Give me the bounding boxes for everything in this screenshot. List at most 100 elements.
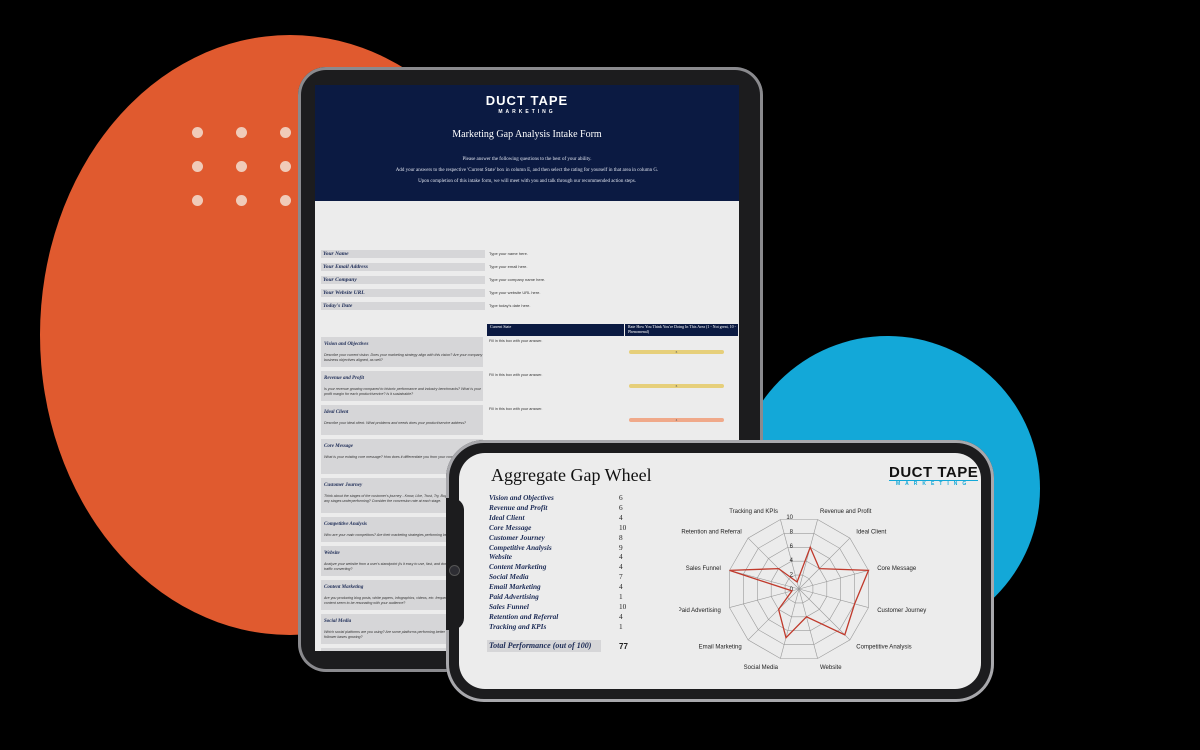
section-block: Revenue and Profit Is your revenue growin…: [321, 371, 483, 401]
gap-row-value: 4: [619, 611, 623, 621]
gap-row-value: 1: [619, 592, 623, 601]
section-title: Revenue and Profit: [324, 376, 364, 381]
gap-row-label: Revenue and Profit: [489, 502, 548, 512]
gap-row: Core Message 10: [489, 523, 629, 533]
gap-row: Content Marketing 4: [489, 562, 629, 572]
gap-wheel-radar-chart: 0246810Revenue and ProfitIdeal ClientCor…: [679, 509, 926, 671]
gap-row: Customer Journey 8: [489, 533, 629, 543]
gap-row: Tracking and KPIs 1: [489, 622, 629, 632]
radar-category-label: Social Media: [744, 665, 779, 671]
gap-row: Ideal Client 4: [489, 513, 629, 523]
section-block: Vision and Objectives Describe your curre…: [321, 337, 483, 367]
radar-category-label: Paid Advertising: [679, 608, 721, 614]
field-input[interactable]: Type today's date here.: [489, 303, 530, 308]
camera-notch: [446, 498, 464, 630]
form-intro: Please answer the following questions to…: [395, 157, 659, 184]
radar-spoke: [798, 537, 851, 590]
total-performance-label: Total Performance (out of 100): [487, 640, 601, 652]
current-state-input[interactable]: Fill in this box with your answer.: [489, 373, 542, 377]
gap-row: Vision and Objectives 6: [489, 493, 629, 503]
radar-category-label: Sales Funnel: [686, 566, 721, 572]
rating-select[interactable]: 4: [629, 418, 724, 422]
phone-device: Aggregate Gap Wheel DUCT TAPE MARKETING V…: [446, 440, 994, 702]
gap-row-label: Sales Funnel: [489, 601, 529, 611]
radar-tick-label: 6: [790, 544, 794, 550]
form-title: Marketing Gap Analysis Intake Form: [452, 129, 602, 140]
duct-tape-logo: DUCT TAPE MARKETING: [485, 93, 569, 115]
section-question: Is your revenue growing compared to hist…: [324, 387, 482, 396]
radar-series-line: [729, 545, 870, 639]
field-label: Your Website URL: [321, 289, 485, 297]
section-question: Describe your ideal client. What problem…: [324, 421, 467, 425]
current-state-input[interactable]: Fill in this box with your answer.: [489, 407, 542, 411]
radar-spoke: [798, 588, 851, 641]
rating-select[interactable]: 6: [629, 350, 724, 354]
section-question: Describe your current vision. Does your …: [324, 353, 483, 362]
gap-row-value: 10: [619, 601, 627, 611]
gap-row: Website 4: [489, 552, 629, 562]
gap-row-value: 9: [619, 542, 623, 552]
field-label: Your Company: [321, 276, 485, 284]
gap-row-value: 6: [619, 502, 623, 512]
gap-row-label: Retention and Referral: [489, 611, 559, 621]
field-input[interactable]: Type your website URL here.: [489, 290, 540, 295]
form-header: DUCT TAPE MARKETING Marketing Gap Analysi…: [315, 85, 739, 201]
gap-row: Retention and Referral 4: [489, 612, 629, 622]
camera-icon: [450, 566, 459, 575]
gap-row-label: Core Message: [489, 522, 532, 532]
section-title: Vision and Objectives: [324, 342, 369, 347]
radar-category-label: Email Marketing: [699, 644, 742, 650]
gap-row-label: Website: [489, 552, 512, 562]
current-state-input[interactable]: Fill in this box with your answer.: [489, 339, 542, 343]
gap-wheel-sheet: Aggregate Gap Wheel DUCT TAPE MARKETING V…: [459, 453, 981, 689]
rating-select[interactable]: 6: [629, 384, 724, 388]
gap-row: Revenue and Profit 6: [489, 503, 629, 513]
radar-category-label: Tracking and KPIs: [729, 509, 778, 515]
dot-grid-decoration: [192, 127, 292, 207]
field-input[interactable]: Type your company name here.: [489, 277, 545, 282]
gap-row: Email Marketing 4: [489, 582, 629, 592]
gap-row-value: 10: [619, 522, 627, 532]
gap-row-label: Vision and Objectives: [489, 493, 554, 502]
gap-row-value: 4: [619, 552, 623, 562]
radar-category-label: Customer Journey: [877, 608, 926, 614]
gap-row-value: 8: [619, 532, 623, 542]
radar-category-label: Retention and Referral: [681, 530, 741, 536]
field-input[interactable]: Type your name here.: [489, 251, 528, 256]
gap-row: Sales Funnel 10: [489, 602, 629, 612]
total-performance-value: 77: [619, 642, 628, 651]
gap-row-value: 1: [619, 621, 623, 631]
gap-row-value: 6: [619, 493, 623, 502]
radar-category-label: Core Message: [877, 566, 917, 572]
radar-category-label: Revenue and Profit: [820, 509, 872, 515]
field-label: Your Email Address: [321, 263, 485, 271]
current-state-header: Current State: [487, 324, 624, 336]
radar-tick-label: 8: [790, 529, 794, 535]
gap-row: Paid Advertising 1: [489, 592, 629, 602]
gap-row-label: Competitive Analysis: [489, 542, 552, 552]
gap-row-label: Content Marketing: [489, 562, 547, 572]
gap-row-value: 4: [619, 562, 623, 572]
section-title: Ideal Client: [324, 410, 349, 415]
gap-row: Social Media 7: [489, 572, 629, 582]
gap-row-label: Customer Journey: [489, 532, 545, 542]
section-block: Ideal Client Describe your ideal client. …: [321, 405, 483, 435]
field-label: Your Name: [321, 250, 485, 258]
gap-row-label: Paid Advertising: [489, 592, 539, 601]
radar-category-label: Ideal Client: [856, 530, 886, 536]
rating-header: Rate How You Think You're Doing In This …: [625, 324, 738, 336]
radar-tick-label: 10: [786, 515, 793, 521]
gap-row-value: 7: [619, 572, 623, 582]
radar-category-label: Competitive Analysis: [856, 644, 911, 650]
gap-row: Competitive Analysis 9: [489, 543, 629, 553]
gap-row-label: Email Marketing: [489, 582, 541, 592]
field-label: Today's Date: [321, 302, 485, 310]
gap-row-label: Social Media: [489, 572, 529, 582]
gap-row-value: 4: [619, 512, 623, 522]
gap-row-label: Tracking and KPIs: [489, 621, 547, 631]
field-input[interactable]: Type your email here.: [489, 264, 527, 269]
gap-wheel-title: Aggregate Gap Wheel: [491, 465, 652, 485]
gap-row-label: Ideal Client: [489, 512, 525, 522]
duct-tape-logo: DUCT TAPE MARKETING: [889, 464, 979, 487]
radar-category-label: Website: [820, 665, 842, 671]
